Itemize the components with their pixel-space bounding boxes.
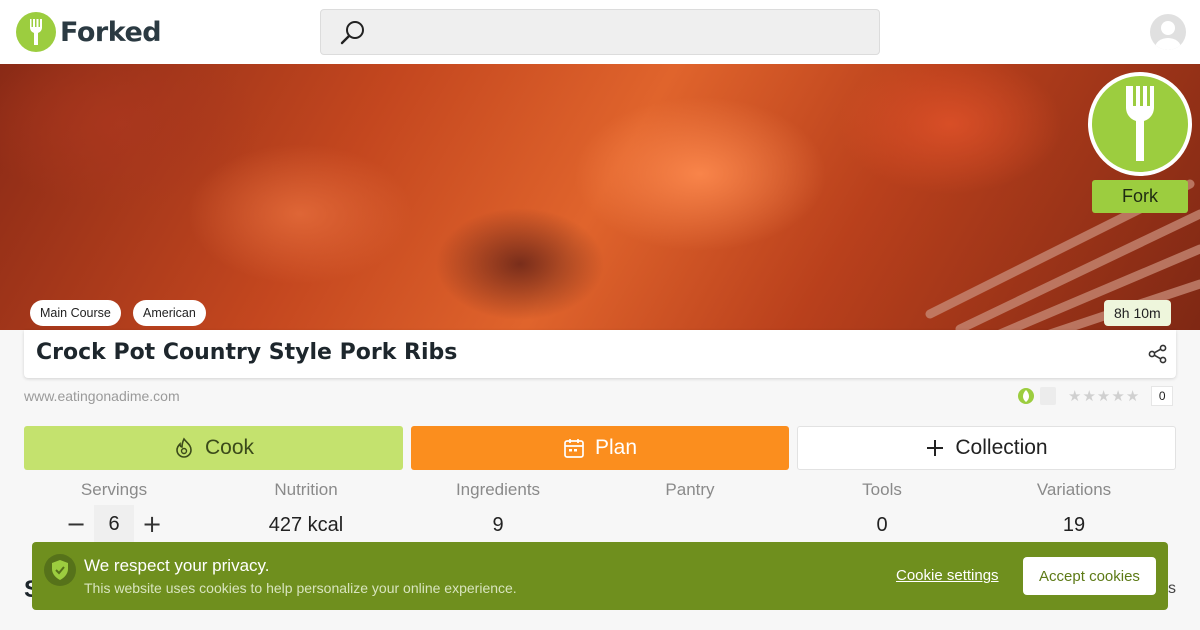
- brand-name: Forked: [60, 16, 162, 48]
- fork-recipe-button[interactable]: [1088, 72, 1192, 176]
- servings-stepper[interactable]: − 6 +: [58, 505, 170, 543]
- cook-button-label: Cook: [204, 436, 255, 459]
- ingredients-stat[interactable]: Ingredients 9: [402, 480, 594, 538]
- recipe-source-link[interactable]: www.eatingonadime.com: [24, 388, 180, 404]
- variations-label: Variations: [1036, 480, 1112, 499]
- rating-stars[interactable]: ★ ★ ★ ★ ★: [1068, 387, 1139, 405]
- star-icon[interactable]: ★: [1126, 387, 1139, 405]
- search-icon: [339, 19, 367, 52]
- pantry-label: Pantry: [665, 480, 715, 499]
- ingredients-label: Ingredients: [455, 480, 541, 499]
- add-to-collection-button[interactable]: Collection: [797, 426, 1176, 470]
- flame-icon: [176, 437, 192, 458]
- cook-time-badge: 8h 10m: [1104, 300, 1171, 326]
- nutrition-value: 427 kcal: [268, 514, 344, 536]
- shield-check-icon: [44, 554, 76, 586]
- plus-icon: [927, 440, 944, 456]
- variations-stat[interactable]: Variations 19: [978, 480, 1170, 538]
- fork-logo-icon: [16, 12, 56, 52]
- variations-value: 19: [1062, 514, 1086, 536]
- servings-value[interactable]: 6: [94, 505, 134, 543]
- cookie-description: This website uses cookies to help person…: [84, 580, 517, 596]
- cookie-settings-link[interactable]: Cookie settings: [896, 567, 999, 584]
- section-link-partial: s: [1168, 580, 1176, 597]
- diet-placeholder-icon: [1040, 387, 1056, 405]
- calendar-icon: [564, 439, 584, 458]
- decrease-servings-button[interactable]: −: [58, 505, 94, 543]
- servings-stat: Servings: [18, 480, 210, 500]
- nutrition-stat[interactable]: Nutrition 427 kcal: [210, 480, 402, 538]
- tools-stat[interactable]: Tools 0: [786, 480, 978, 538]
- rating-count: 0: [1151, 386, 1174, 406]
- plan-button[interactable]: Plan: [411, 426, 789, 470]
- cookie-consent-banner: We respect your privacy. This website us…: [32, 542, 1168, 610]
- increase-servings-button[interactable]: +: [134, 505, 170, 543]
- star-icon[interactable]: ★: [1068, 387, 1081, 405]
- user-icon: [1155, 21, 1181, 50]
- cookie-title: We respect your privacy.: [84, 556, 270, 575]
- nutrition-label: Nutrition: [274, 480, 338, 499]
- pantry-stat[interactable]: Pantry: [594, 480, 786, 538]
- fork-icon: [1126, 86, 1154, 161]
- share-icon[interactable]: [1148, 344, 1168, 369]
- cook-button[interactable]: Cook: [24, 426, 403, 470]
- tag-main-course[interactable]: Main Course: [30, 300, 121, 326]
- forked-logo[interactable]: Forked: [16, 12, 162, 52]
- recipe-title-bar: Crock Pot Country Style Pork Ribs: [24, 330, 1176, 378]
- recipe-hero-image: [0, 64, 1200, 330]
- servings-label: Servings: [80, 480, 148, 499]
- user-avatar[interactable]: [1150, 14, 1186, 50]
- top-header: Forked: [0, 0, 1200, 64]
- star-icon[interactable]: ★: [1097, 387, 1110, 405]
- fork-label[interactable]: Fork: [1092, 180, 1188, 213]
- ingredients-value: 9: [492, 514, 504, 536]
- tools-value: 0: [876, 514, 888, 536]
- rating-row: ★ ★ ★ ★ ★ 0: [1018, 386, 1174, 406]
- pantry-value: [594, 514, 786, 538]
- search-input[interactable]: [320, 9, 880, 55]
- recipe-title: Crock Pot Country Style Pork Ribs: [36, 340, 458, 365]
- accept-cookies-button[interactable]: Accept cookies: [1023, 557, 1156, 595]
- star-icon[interactable]: ★: [1111, 387, 1124, 405]
- star-icon[interactable]: ★: [1082, 387, 1095, 405]
- tools-label: Tools: [862, 480, 902, 499]
- plan-button-label: Plan: [594, 436, 638, 459]
- collection-button-label: Collection: [955, 436, 1048, 459]
- tag-american[interactable]: American: [133, 300, 206, 326]
- vegetarian-icon: [1018, 388, 1034, 404]
